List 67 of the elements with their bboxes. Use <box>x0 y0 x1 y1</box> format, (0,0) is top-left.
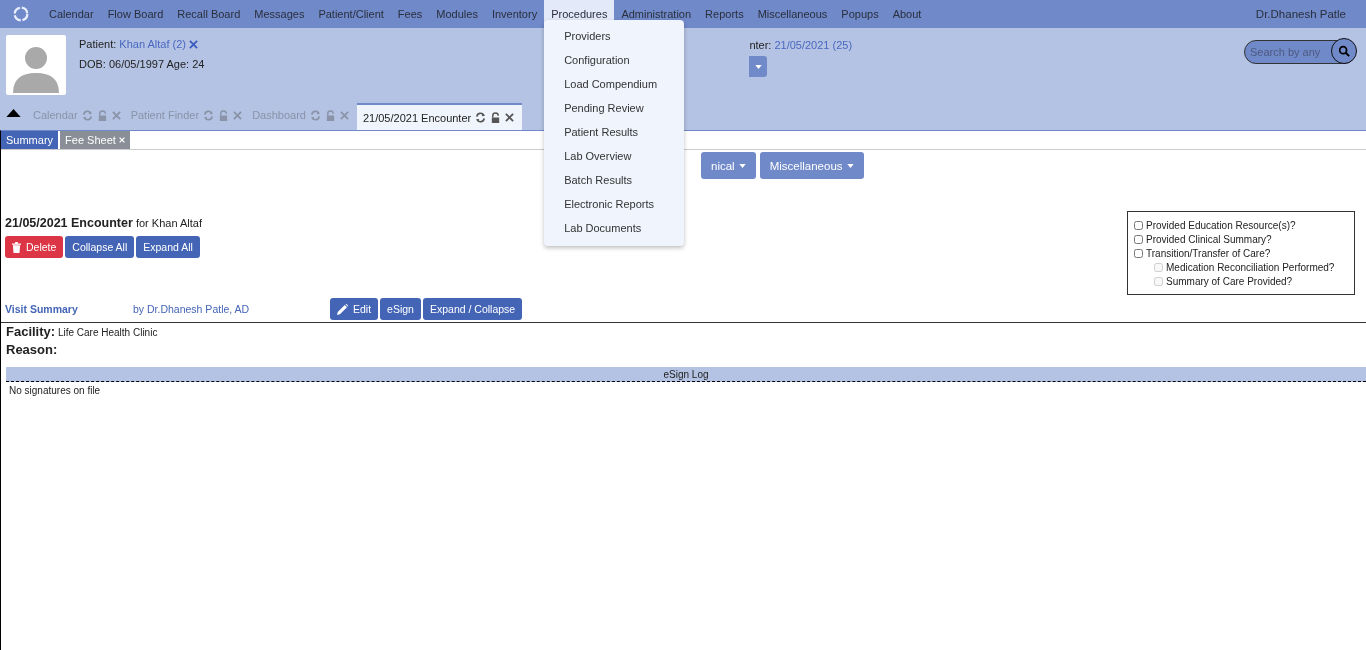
avatar <box>6 35 66 95</box>
action-button[interactable]: Expand / Collapse <box>422 298 523 320</box>
close-icon[interactable] <box>188 39 198 49</box>
checkbox[interactable] <box>1134 220 1143 230</box>
encounter-dropdown-button[interactable] <box>749 56 768 77</box>
dropdown-item[interactable]: Batch Results <box>544 168 685 192</box>
dropdown-item[interactable]: Load Compendium <box>544 72 685 96</box>
nav-menu-item[interactable]: Calendar <box>42 0 101 28</box>
refresh-icon[interactable] <box>475 112 487 123</box>
nav-menu-item[interactable]: Popups <box>834 0 886 28</box>
nav-menu-item[interactable]: Recall Board <box>170 0 248 28</box>
caret-icon <box>738 163 746 168</box>
action-button[interactable]: eSign <box>380 298 421 320</box>
search-button[interactable] <box>1331 38 1357 64</box>
lock-icon[interactable] <box>490 112 502 123</box>
encounter-label: nter: <box>749 39 772 51</box>
nav-menu-item[interactable]: Miscellaneous <box>750 0 835 28</box>
nav-menu-item[interactable]: About <box>885 0 929 28</box>
nav-menu-item[interactable]: Flow Board <box>100 0 171 28</box>
encounter-title: 21/05/2021 Encounter <box>5 216 133 230</box>
nav-menu-item[interactable]: Inventory <box>484 0 545 28</box>
patient-dob: DOB: 06/05/1997 Age: 24 <box>79 58 205 70</box>
checkbox[interactable] <box>1134 248 1143 258</box>
patient-name-link[interactable]: Khan Altaf (2) <box>119 38 186 50</box>
patient-label: Patient: <box>79 38 117 50</box>
delete-button[interactable]: Delete <box>5 236 64 258</box>
section-title-link[interactable]: Visit Summary <box>5 303 133 315</box>
action-button[interactable]: Expand All <box>136 236 200 258</box>
caret-icon <box>846 163 854 168</box>
encounter-link[interactable]: 21/05/2021 (25) <box>774 39 853 51</box>
empty-message: No signatures on file <box>8 385 102 396</box>
menu-dropdown-button[interactable]: Miscellaneous <box>759 152 864 179</box>
tab[interactable]: 21/05/2021 Encounter <box>356 103 523 130</box>
search-icon <box>1338 45 1350 57</box>
trash-icon <box>12 241 21 253</box>
pencil-icon <box>337 303 348 315</box>
caret-icon <box>754 64 762 69</box>
dropdown-item[interactable]: Configuration <box>544 48 685 72</box>
collapse-triangle-icon[interactable] <box>6 109 21 117</box>
nav-menu-item[interactable]: Fees <box>390 0 430 28</box>
facility-value: Life Care Health Clinic <box>57 327 158 338</box>
dropdown-item[interactable]: Electronic Reports <box>544 192 685 216</box>
user-name[interactable]: Dr.Dhanesh Patle <box>1255 8 1346 20</box>
menu-dropdown-button[interactable]: nical <box>701 152 756 179</box>
close-icon[interactable] <box>505 113 515 122</box>
encounter-patient: for Khan Altaf <box>135 217 202 229</box>
dropdown-item[interactable]: Pending Review <box>544 96 685 120</box>
checkbox-option[interactable]: Provided Clinical Summary? <box>1134 232 1354 246</box>
nav-menu-item[interactable]: Messages <box>247 0 312 28</box>
nav-menu-item[interactable]: Reports <box>698 0 751 28</box>
checkbox-option[interactable]: Provided Education Resource(s)? <box>1134 218 1354 232</box>
logo-icon[interactable] <box>12 5 30 23</box>
action-button[interactable]: Edit <box>330 298 379 320</box>
nav-menu-item[interactable]: Patient/Client <box>311 0 391 28</box>
reason-label: Reason: <box>6 342 58 357</box>
checkbox-option[interactable]: Transition/Transfer of Care? <box>1134 246 1354 260</box>
action-button[interactable]: Collapse All <box>65 236 135 258</box>
dropdown-item[interactable]: Lab Documents <box>544 216 685 240</box>
facility-label: Facility: <box>6 324 56 339</box>
dropdown-item[interactable]: Patient Results <box>544 120 685 144</box>
author-text: by Dr.Dhanesh Patle, AD <box>133 303 251 315</box>
dropdown-item[interactable]: Lab Overview <box>544 144 685 168</box>
esign-log-title: eSign Log <box>663 368 709 380</box>
sub-tab[interactable]: Summary <box>1 131 59 149</box>
nav-menu-item[interactable]: Modules <box>429 0 485 28</box>
checkbox[interactable] <box>1134 234 1143 244</box>
sub-tab[interactable]: Fee Sheet <box>60 131 130 149</box>
